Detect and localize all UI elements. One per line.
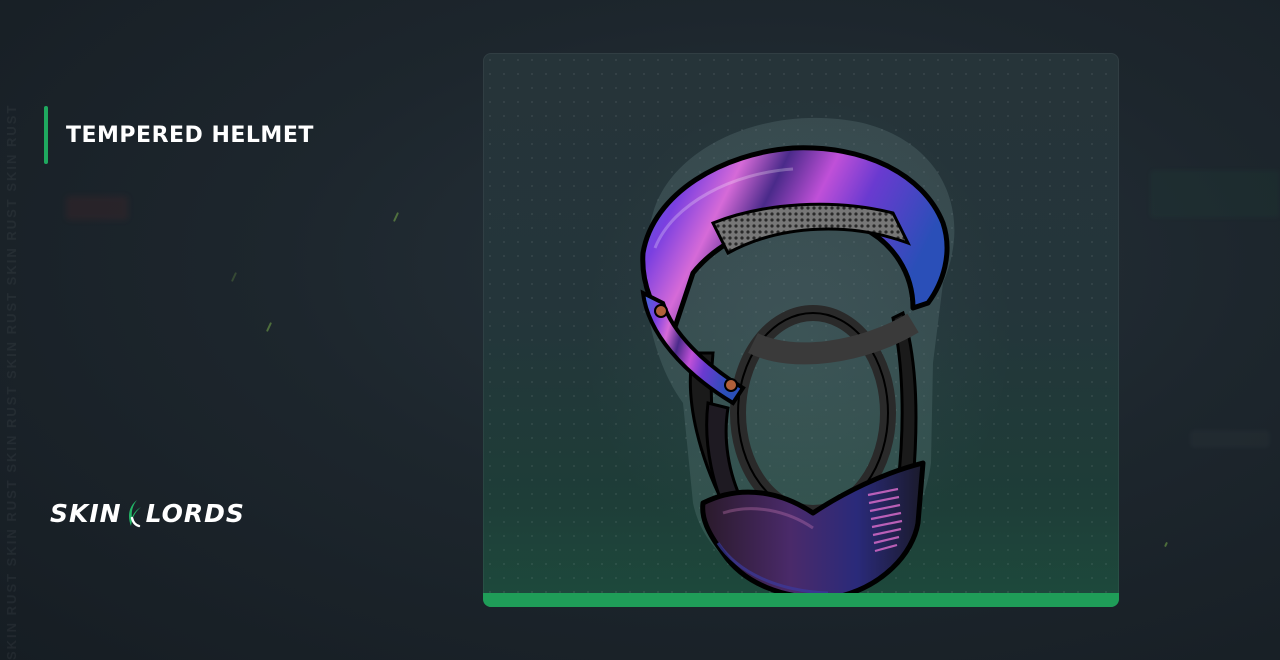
background-ghost-element <box>1150 170 1280 218</box>
item-title: TEMPERED HELMET <box>66 122 314 148</box>
card-rarity-bar <box>483 593 1119 607</box>
helmet-image <box>640 117 955 601</box>
logo-text-right: LORDS <box>145 498 245 528</box>
background-ghost-badge <box>66 196 128 220</box>
item-image-card <box>483 53 1119 607</box>
background-speck <box>392 212 400 222</box>
background-speck <box>1164 541 1168 548</box>
item-title-block: TEMPERED HELMET <box>44 106 314 164</box>
title-accent-bar <box>44 106 48 164</box>
background-watermark-text: SKIN RUST SKIN RUST SKIN RUST SKIN RUST … <box>4 103 18 660</box>
background-ghost-element <box>1190 430 1270 448</box>
skinlords-logo: SKIN LORDS <box>50 498 245 528</box>
logo-text-left: SKIN <box>50 498 122 528</box>
background-speck <box>265 322 273 332</box>
background-speck <box>230 272 238 282</box>
logo-leaf-icon <box>128 500 141 528</box>
